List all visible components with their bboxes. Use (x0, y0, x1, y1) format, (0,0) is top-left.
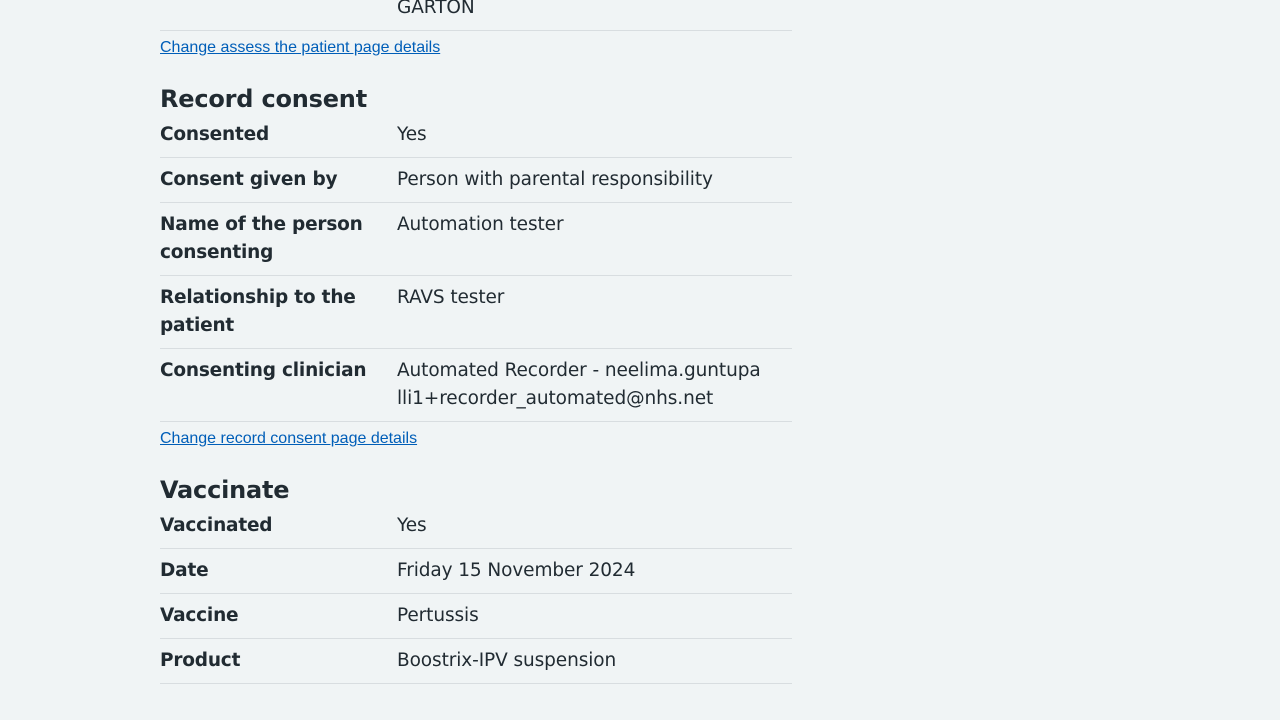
summary-key: Vaccine (160, 605, 239, 626)
summary-row-vaccine: Vaccine Pertussis (160, 594, 792, 639)
summary-key: Relationship to the patient (160, 287, 356, 336)
summary-row-vaccinated: Vaccinated Yes (160, 512, 792, 549)
summary-key: Consenting clinician (160, 360, 367, 381)
summary-row-consenting-clinician: Consenting clinician Automated Recorder … (160, 349, 792, 422)
record-consent-section: Record consent Consented Yes Consent giv… (160, 83, 792, 448)
summary-value: Person with parental responsibility (397, 169, 713, 190)
change-assess-patient-link[interactable]: Change assess the patient page details (160, 38, 792, 57)
change-record-consent-link[interactable]: Change record consent page details (160, 429, 792, 448)
summary-value: RAVS tester (397, 287, 505, 308)
summary-key (160, 0, 397, 22)
record-consent-heading: Record consent (160, 85, 367, 113)
check-answers-content: GARTON Change assess the patient page de… (160, 0, 792, 684)
page-viewport: GARTON Change assess the patient page de… (0, 0, 1280, 720)
record-consent-summary: Consented Yes Consent given by Person wi… (160, 121, 792, 422)
summary-value: Friday 15 November 2024 (397, 560, 636, 581)
summary-row-consent-given-by: Consent given by Person with parental re… (160, 158, 792, 203)
summary-key: Product (160, 650, 241, 671)
summary-value: Automation tester (397, 214, 564, 235)
summary-value: Boostrix-IPV suspension (397, 650, 617, 671)
vaccinate-heading: Vaccinate (160, 476, 290, 504)
summary-value: Automated Recorder - neelima.guntupalli1… (397, 360, 761, 409)
summary-value: Pertussis (397, 605, 479, 626)
assess-patient-summary: GARTON (160, 0, 792, 31)
summary-row-date: Date Friday 15 November 2024 (160, 549, 792, 594)
summary-key: Date (160, 560, 209, 581)
vaccinate-summary: Vaccinated Yes Date Friday 15 November 2… (160, 512, 792, 684)
vaccinate-section: Vaccinate Vaccinated Yes Date Friday 15 … (160, 474, 792, 684)
summary-value: Yes (397, 515, 427, 536)
summary-key: Consent given by (160, 169, 338, 190)
summary-key: Consented (160, 124, 270, 145)
summary-row-consented: Consented Yes (160, 121, 792, 158)
summary-row-relationship: Relationship to the patient RAVS tester (160, 276, 792, 349)
summary-value: GARTON (397, 0, 475, 18)
summary-key: Name of the person consenting (160, 214, 363, 263)
summary-key: Vaccinated (160, 515, 273, 536)
summary-row-product: Product Boostrix-IPV suspension (160, 639, 792, 684)
summary-row-patient-name: GARTON (160, 0, 792, 31)
summary-row-name-of-person-consenting: Name of the person consenting Automation… (160, 203, 792, 276)
summary-value: Yes (397, 124, 427, 145)
